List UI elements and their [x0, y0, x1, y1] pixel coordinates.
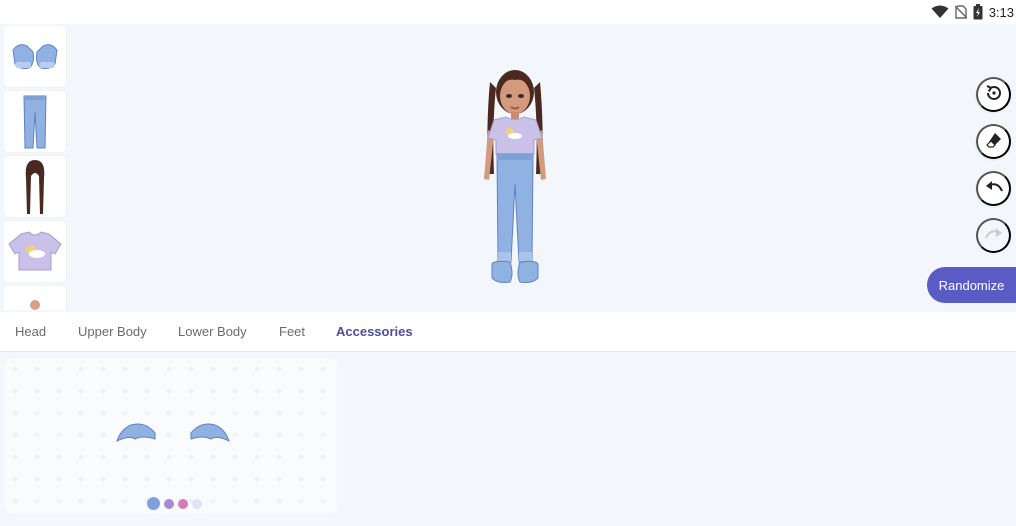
randomize-button[interactable]: Randomize — [927, 267, 1016, 303]
status-clock: 3:13 — [988, 4, 1014, 20]
items-grid — [0, 352, 1016, 526]
undo-icon — [984, 177, 1004, 200]
recent-items-strip[interactable] — [4, 26, 67, 310]
rotate-icon — [984, 83, 1004, 106]
body-thumbnail[interactable] — [4, 286, 66, 310]
jeans-thumbnail[interactable] — [4, 91, 66, 152]
rotate-button[interactable] — [976, 77, 1011, 112]
color-swatch[interactable] — [147, 497, 160, 510]
category-tabs: Head Upper Body Lower Body Feet Accessor… — [0, 312, 1016, 352]
tab-head[interactable]: Head — [15, 324, 46, 339]
redo-button[interactable] — [976, 218, 1011, 253]
tab-upper-body[interactable]: Upper Body — [78, 324, 147, 339]
color-swatch[interactable] — [164, 498, 174, 509]
status-bar: 3:13 — [0, 0, 1016, 24]
avatar-preview — [470, 64, 560, 304]
redo-icon — [984, 224, 1004, 247]
tab-accessories[interactable]: Accessories — [336, 324, 413, 339]
tab-lower-body[interactable]: Lower Body — [178, 324, 247, 339]
color-swatches — [147, 497, 202, 510]
status-icons: 3:13 — [931, 0, 1016, 24]
avatar-stage: Randomize — [0, 24, 1016, 312]
color-swatch[interactable] — [178, 498, 188, 509]
eraser-button[interactable] — [976, 124, 1011, 159]
tab-feet[interactable]: Feet — [279, 324, 305, 339]
tshirt-thumbnail[interactable] — [4, 221, 66, 282]
accessory-item-card[interactable] — [5, 359, 337, 513]
eraser-icon — [984, 130, 1004, 153]
undo-button[interactable] — [976, 171, 1011, 206]
wifi-icon — [931, 5, 949, 19]
hair-braids-thumbnail[interactable] — [4, 156, 66, 217]
battery-icon — [973, 4, 983, 20]
shoes-thumbnail[interactable] — [4, 26, 66, 87]
color-swatch[interactable] — [192, 498, 202, 509]
wings-icon — [115, 419, 231, 452]
no-sim-icon — [954, 5, 967, 19]
